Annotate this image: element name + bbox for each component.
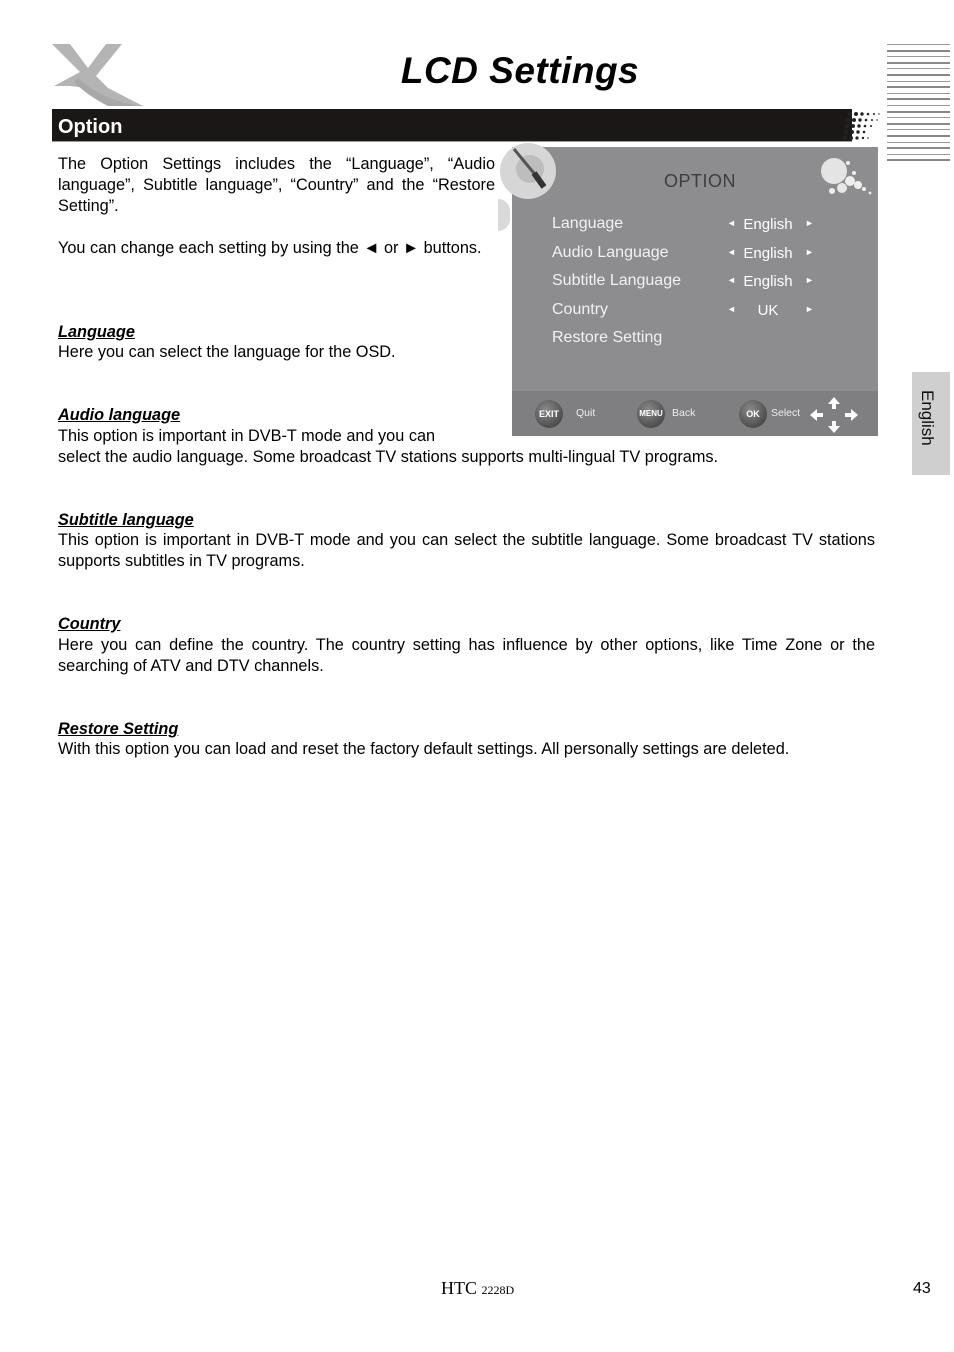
section-header-bar: Option	[52, 109, 852, 142]
intro-arrows-paragraph: You can change each setting by using the…	[58, 239, 482, 257]
heading-restore-setting: Restore Setting	[58, 720, 179, 738]
text-audio-language-line1: This option is important in DVB-T mode a…	[58, 427, 436, 445]
exit-key-button[interactable]: EXIT	[535, 400, 563, 428]
ok-key-button[interactable]: OK	[739, 400, 767, 428]
text-language: Here you can select the language for the…	[58, 343, 396, 361]
osd-footer: EXIT Quit MENU Back OK Select	[512, 391, 878, 436]
intro-paragraph: The Option Settings includes the “Langua…	[58, 155, 495, 215]
text-subtitle-language: This option is important in DVB-T mode a…	[58, 531, 875, 570]
osd-row-value: English	[743, 273, 793, 290]
osd-title: OPTION	[663, 171, 736, 191]
osd-row-value: English	[743, 216, 793, 233]
page-title: LCD Settings	[400, 50, 640, 91]
exit-key-label: Quit	[576, 407, 596, 419]
footer-model-name: HTC 2228D	[441, 1278, 514, 1299]
osd-row-subtitle-language[interactable]: Subtitle Language ◄ English ►	[552, 272, 852, 296]
osd-row-label: Country	[552, 301, 609, 318]
heading-country: Country	[58, 615, 121, 633]
model-number: 2228D	[481, 1283, 515, 1297]
osd-row-country[interactable]: Country ◄ UK ►	[552, 301, 852, 325]
left-arrow-icon[interactable]: ◄	[727, 304, 736, 314]
language-side-tab: English	[912, 372, 950, 475]
osd-row-language[interactable]: Language ◄ English ►	[552, 215, 852, 239]
right-arrow-icon[interactable]: ►	[805, 218, 814, 228]
osd-row-label: Subtitle Language	[552, 272, 681, 289]
osd-row-label: Audio Language	[552, 244, 669, 261]
osd-option-menu: OPTION Language ◄ English ► Audio Langua…	[498, 143, 878, 436]
menu-key-label: Back	[672, 407, 696, 419]
osd-row-restore-setting[interactable]: Restore Setting	[552, 329, 852, 353]
right-arrow-icon[interactable]: ►	[805, 275, 814, 285]
section-title: Option	[58, 116, 123, 138]
text-restore-setting: With this option you can load and reset …	[58, 740, 790, 758]
left-arrow-icon[interactable]: ◄	[727, 275, 736, 285]
heading-language: Language	[58, 323, 135, 341]
osd-row-value: UK	[757, 302, 779, 319]
tab-edge-decoration	[498, 199, 510, 231]
ok-key-label: Select	[771, 407, 801, 419]
left-arrow-icon[interactable]: ◄	[727, 218, 736, 228]
language-side-tab-label: English	[918, 390, 937, 446]
text-country: Here you can define the country. The cou…	[58, 636, 875, 675]
osd-row-label: Language	[552, 215, 624, 232]
right-arrow-icon[interactable]: ►	[805, 247, 814, 257]
model-prefix: HTC	[441, 1278, 477, 1298]
left-arrow-icon[interactable]: ◄	[727, 247, 736, 257]
decorative-lines	[887, 44, 950, 166]
osd-row-value: English	[743, 245, 793, 262]
osd-row-label: Restore Setting	[552, 329, 663, 346]
right-arrow-icon[interactable]: ►	[805, 304, 814, 314]
text-audio-language-line2: select the audio language. Some broadcas…	[58, 448, 719, 466]
menu-key-button[interactable]: MENU	[637, 400, 665, 428]
page-number: 43	[913, 1280, 931, 1297]
heading-audio-language: Audio language	[58, 406, 181, 424]
direction-arrows-icon	[810, 397, 858, 433]
halftone-decoration	[842, 111, 880, 141]
osd-row-audio-language[interactable]: Audio Language ◄ English ►	[552, 244, 852, 268]
heading-subtitle-language: Subtitle language	[58, 511, 194, 529]
